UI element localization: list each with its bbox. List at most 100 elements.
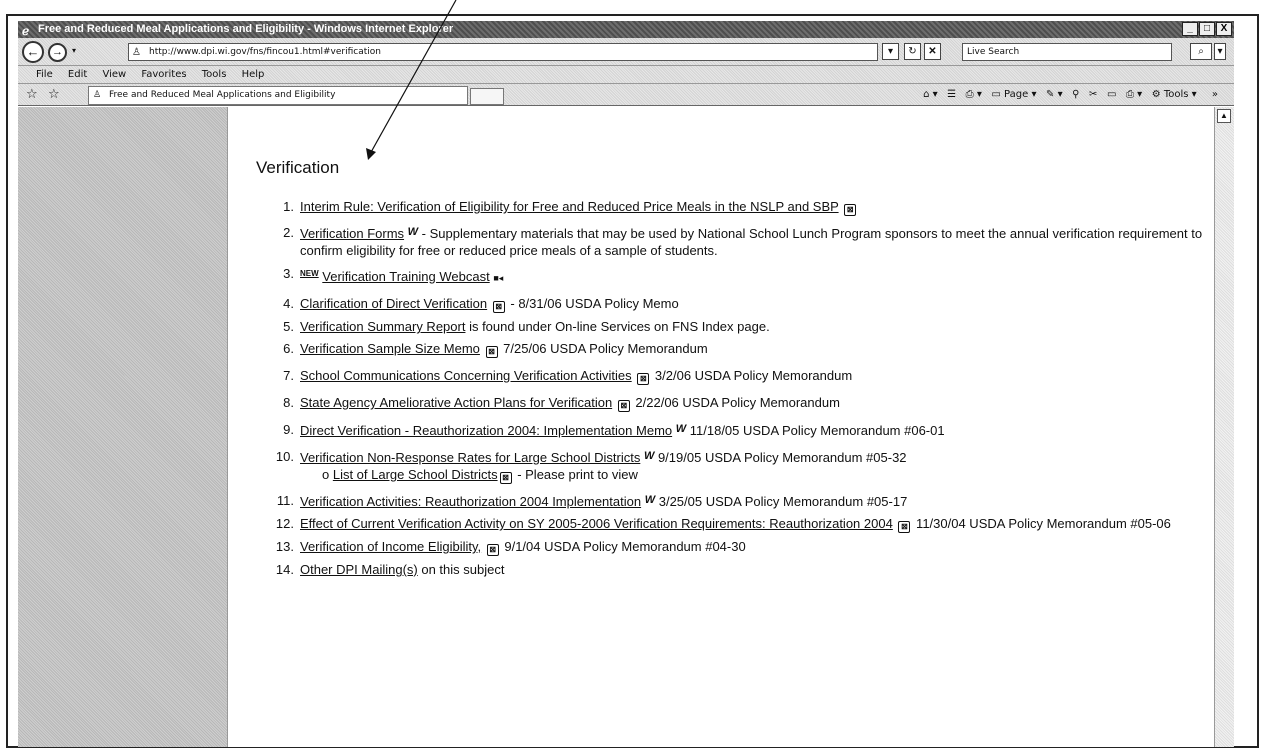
cut-icon[interactable]: ✂	[1089, 89, 1097, 100]
item-link[interactable]: Verification Sample Size Memo	[300, 341, 480, 356]
sub-item-link[interactable]: List of Large School Districts	[333, 467, 498, 482]
window-titlebar: ℯ Free and Reduced Meal Applications and…	[18, 21, 1234, 38]
list-item: 12. Effect of Current Verification Activi…	[276, 515, 1210, 533]
page-favicon-icon: ♙	[132, 47, 141, 58]
item-link[interactable]: Verification Activities: Reauthorization…	[300, 494, 641, 509]
item-link[interactable]: Other DPI Mailing(s)	[300, 562, 418, 577]
pencil-icon[interactable]: ✎	[1046, 89, 1054, 100]
stop-icon[interactable]: ✕	[924, 43, 941, 60]
menu-file[interactable]: File	[36, 69, 53, 80]
refresh-icon[interactable]: ↻	[904, 43, 921, 60]
item-number: 8.	[283, 395, 294, 410]
address-dropdown-icon[interactable]: ▾	[882, 43, 899, 60]
home-icon[interactable]: ⌂	[923, 89, 929, 100]
item-description: 3/2/06 USDA Policy Memorandum	[651, 368, 853, 383]
sub-list-item: o List of Large School Districts ⊠ - Plea…	[300, 466, 1210, 484]
item-number: 7.	[283, 368, 294, 383]
printer-icon[interactable]: ⎙	[1126, 89, 1134, 100]
item-link[interactable]: School Communications Concerning Verific…	[300, 368, 632, 383]
list-item: 10. Verification Non-Response Rates for L…	[276, 448, 1210, 484]
menu-edit[interactable]: Edit	[68, 69, 87, 80]
back-button[interactable]: ←	[22, 41, 44, 63]
pdf-icon: ⊠	[485, 346, 498, 358]
list-item: 3. NEW Verification Training Webcast ■◂	[280, 265, 1210, 287]
tools-menu[interactable]: ⚙ Tools ▾	[1152, 89, 1197, 100]
add-favorite-icon[interactable]: ☆	[48, 84, 60, 106]
item-description: - 8/31/06 USDA Policy Memo	[506, 296, 679, 311]
forward-button[interactable]: →	[48, 43, 67, 62]
tab-favicon-icon: ♙	[93, 90, 102, 100]
word-doc-icon: W	[644, 494, 656, 506]
page-menu[interactable]: ▭ Page ▾	[991, 89, 1036, 100]
item-link[interactable]: Verification Training Webcast	[322, 269, 489, 284]
chevron-right-icon[interactable]: »	[1212, 89, 1218, 100]
list-item: 9. Direct Verification - Reauthorization …	[280, 421, 1210, 439]
command-bar: ⌂ ▾ ☰ ⎙ ▾ ▭ Page ▾ ✎ ▾ ⚲ ✂ ▭ ⎙ ▾ ⚙ Tools…	[923, 89, 1218, 100]
word-doc-icon: W	[407, 226, 419, 238]
scroll-up-icon[interactable]: ▲	[1217, 109, 1231, 123]
window-title: Free and Reduced Meal Applications and E…	[38, 23, 454, 35]
minimize-button[interactable]: _	[1182, 22, 1198, 36]
item-number: 12.	[275, 516, 294, 531]
menu-tools[interactable]: Tools	[202, 69, 227, 80]
item-number: 2.	[283, 225, 294, 240]
item-number: 11.	[276, 493, 294, 508]
save-icon[interactable]: ▭	[1107, 89, 1116, 100]
list-item: 4. Clarification of Direct Verification ⊠…	[280, 295, 1210, 313]
item-description: 2/22/06 USDA Policy Memorandum	[631, 395, 840, 410]
list-item: 14. Other DPI Mailing(s) on this subject	[276, 561, 1210, 578]
search-icon[interactable]: ⌕	[1190, 43, 1212, 60]
maximize-button[interactable]: □	[1199, 22, 1215, 36]
favorites-star-icon[interactable]: ☆	[26, 84, 38, 106]
item-link[interactable]: State Agency Ameliorative Action Plans f…	[300, 395, 612, 410]
address-url: http://www.dpi.wi.gov/fns/fincou1.html#v…	[149, 47, 381, 57]
item-description: 11/30/04 USDA Policy Memorandum #05-06	[912, 516, 1171, 531]
new-tab-button[interactable]	[470, 88, 504, 105]
vertical-scrollbar[interactable]: ▲	[1214, 107, 1234, 747]
close-button[interactable]: X	[1216, 22, 1232, 36]
item-description: 9/1/04 USDA Policy Memorandum #04-30	[500, 539, 746, 554]
navigation-bar: ← → ▾ ♙ http://www.dpi.wi.gov/fns/fincou…	[18, 38, 1234, 66]
item-link[interactable]: Verification Non-Response Rates for Larg…	[300, 450, 640, 465]
item-description: is found under On-line Services on FNS I…	[465, 319, 770, 334]
item-number: 6.	[283, 341, 294, 356]
item-number: 3.	[283, 266, 294, 281]
item-number: 14.	[275, 562, 294, 577]
list-item: 11. Verification Activities: Reauthorizat…	[277, 492, 1210, 510]
pdf-icon: ⊠	[637, 373, 650, 385]
item-description: - Supplementary materials that may be us…	[300, 226, 1203, 258]
item-link[interactable]: Direct Verification - Reauthorization 20…	[300, 423, 672, 438]
pdf-icon: ⊠	[486, 544, 499, 556]
menu-favorites[interactable]: Favorites	[141, 69, 186, 80]
tab-label: Free and Reduced Meal Applications and E…	[109, 90, 336, 100]
search-options-icon[interactable]: ▾	[1214, 43, 1226, 60]
bullet-icon: o	[322, 467, 333, 482]
new-badge: NEW	[300, 269, 319, 278]
page-title: Verification	[256, 158, 340, 177]
feeds-icon[interactable]: ☰	[947, 89, 956, 100]
left-sidebar	[18, 107, 228, 747]
menu-help[interactable]: Help	[242, 69, 265, 80]
tab-current[interactable]: ♙ Free and Reduced Meal Applications and…	[88, 86, 468, 105]
menu-bar: File Edit View Favorites Tools Help	[18, 66, 1234, 84]
word-doc-icon: W	[675, 423, 687, 435]
item-link[interactable]: Verification Summary Report	[300, 319, 465, 334]
print-icon[interactable]: ⎙	[966, 89, 974, 100]
item-link[interactable]: Verification of Income Eligibility,	[300, 539, 481, 554]
word-doc-icon: W	[643, 450, 655, 462]
list-item: 6. Verification Sample Size Memo ⊠ 7/25/0…	[280, 340, 1210, 358]
item-link[interactable]: Effect of Current Verification Activity …	[300, 516, 893, 531]
sub-item-description: - Please print to view	[513, 467, 638, 482]
video-camera-icon: ■◂	[493, 273, 504, 283]
history-dropdown-icon[interactable]: ▾	[72, 46, 76, 55]
pdf-icon: ⊠	[844, 204, 857, 216]
search-input[interactable]: Live Search	[962, 43, 1172, 61]
research-icon[interactable]: ⚲	[1072, 89, 1079, 100]
item-link[interactable]: Interim Rule: Verification of Eligibilit…	[300, 199, 839, 214]
item-link[interactable]: Clarification of Direct Verification	[300, 296, 487, 311]
pdf-icon: ⊠	[898, 521, 911, 533]
item-link[interactable]: Verification Forms	[300, 226, 404, 241]
item-description: 9/19/05 USDA Policy Memorandum #05-32	[654, 450, 907, 465]
menu-view[interactable]: View	[102, 69, 126, 80]
address-bar[interactable]: ♙ http://www.dpi.wi.gov/fns/fincou1.html…	[128, 43, 878, 61]
